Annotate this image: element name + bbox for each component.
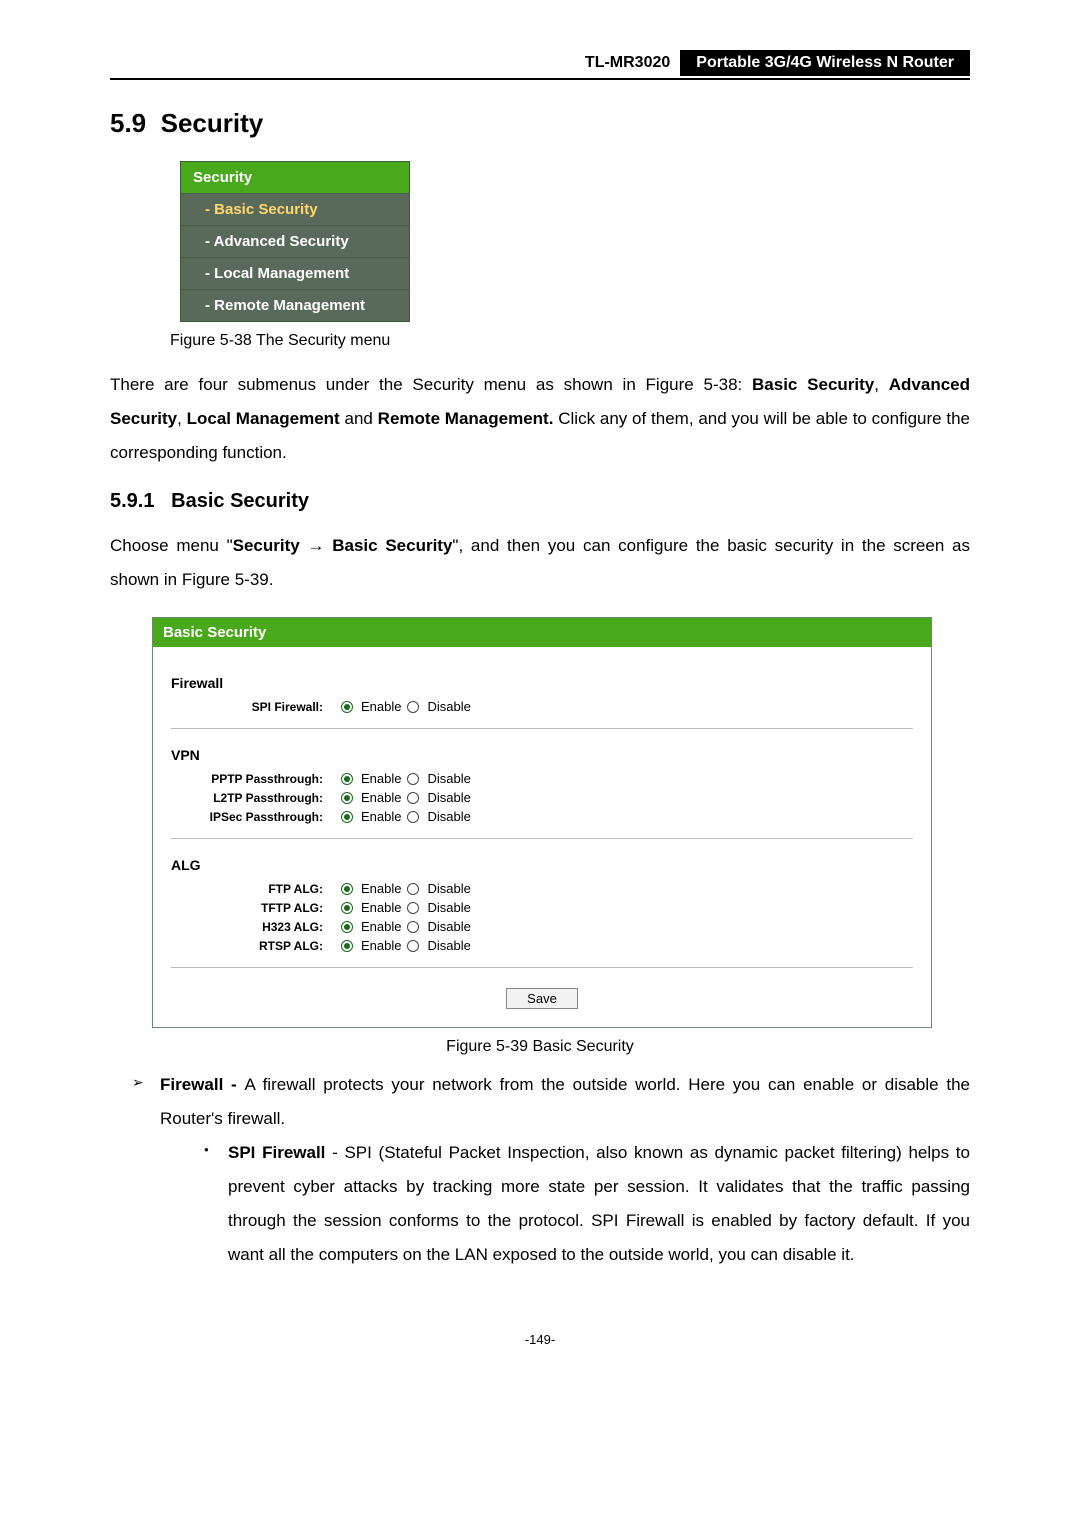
section-heading: 5.9 Security (110, 108, 970, 139)
menu-item-advanced-security[interactable]: - Advanced Security (181, 225, 409, 257)
panel-title: Basic Security (153, 618, 931, 647)
divider (171, 967, 913, 968)
row-ipsec: IPSec Passthrough: Enable Disable (171, 809, 913, 824)
subsection-heading: 5.9.1 Basic Security (110, 490, 970, 513)
row-pptp: PPTP Passthrough: Enable Disable (171, 771, 913, 786)
menu-header[interactable]: Security (181, 162, 409, 193)
group-firewall: Firewall (171, 675, 913, 691)
group-vpn: VPN (171, 747, 913, 763)
basic-security-panel: Basic Security Firewall SPI Firewall: En… (152, 617, 932, 1028)
sub-bullet-spi: SPI Firewall - SPI (Stateful Packet Insp… (204, 1136, 970, 1272)
page-number: -149- (110, 1332, 970, 1347)
figure-39-caption: Figure 5-39 Basic Security (110, 1038, 970, 1056)
row-rtsp-alg: RTSP ALG: Enable Disable (171, 938, 913, 953)
row-h323-alg: H323 ALG: Enable Disable (171, 919, 913, 934)
radio-ftp-enable[interactable] (341, 883, 353, 895)
row-spi-firewall: SPI Firewall: Enable Disable (171, 699, 913, 714)
radio-h323-disable[interactable] (407, 921, 419, 933)
security-menu-figure: Security - Basic Security - Advanced Sec… (180, 161, 970, 322)
radio-rtsp-disable[interactable] (407, 940, 419, 952)
model-label: TL-MR3020 (575, 50, 680, 76)
intro-paragraph: There are four submenus under the Securi… (110, 368, 970, 470)
radio-tftp-enable[interactable] (341, 902, 353, 914)
save-button[interactable]: Save (506, 988, 578, 1009)
radio-l2tp-disable[interactable] (407, 792, 419, 804)
row-l2tp: L2TP Passthrough: Enable Disable (171, 790, 913, 805)
bullet-firewall: Firewall - A firewall protects your netw… (136, 1068, 970, 1272)
menu-item-basic-security[interactable]: - Basic Security (181, 193, 409, 225)
divider (171, 728, 913, 729)
radio-h323-enable[interactable] (341, 921, 353, 933)
radio-rtsp-enable[interactable] (341, 940, 353, 952)
radio-ipsec-disable[interactable] (407, 811, 419, 823)
row-tftp-alg: TFTP ALG: Enable Disable (171, 900, 913, 915)
divider (171, 838, 913, 839)
basic-security-intro: Choose menu "Security → Basic Security",… (110, 529, 970, 597)
radio-ipsec-enable[interactable] (341, 811, 353, 823)
figure-38-caption: Figure 5-38 The Security menu (170, 332, 1030, 350)
menu-item-remote-management[interactable]: - Remote Management (181, 289, 409, 321)
label-spi-firewall: SPI Firewall: (171, 700, 341, 714)
radio-ftp-disable[interactable] (407, 883, 419, 895)
group-alg: ALG (171, 857, 913, 873)
radio-pptp-enable[interactable] (341, 773, 353, 785)
menu-item-local-management[interactable]: - Local Management (181, 257, 409, 289)
radio-spi-disable[interactable] (407, 701, 419, 713)
model-description: Portable 3G/4G Wireless N Router (680, 50, 970, 76)
radio-pptp-disable[interactable] (407, 773, 419, 785)
description-list: Firewall - A firewall protects your netw… (110, 1068, 970, 1272)
radio-spi-enable[interactable] (341, 701, 353, 713)
radio-l2tp-enable[interactable] (341, 792, 353, 804)
page-header: TL-MR3020 Portable 3G/4G Wireless N Rout… (110, 50, 970, 80)
row-ftp-alg: FTP ALG: Enable Disable (171, 881, 913, 896)
radio-tftp-disable[interactable] (407, 902, 419, 914)
